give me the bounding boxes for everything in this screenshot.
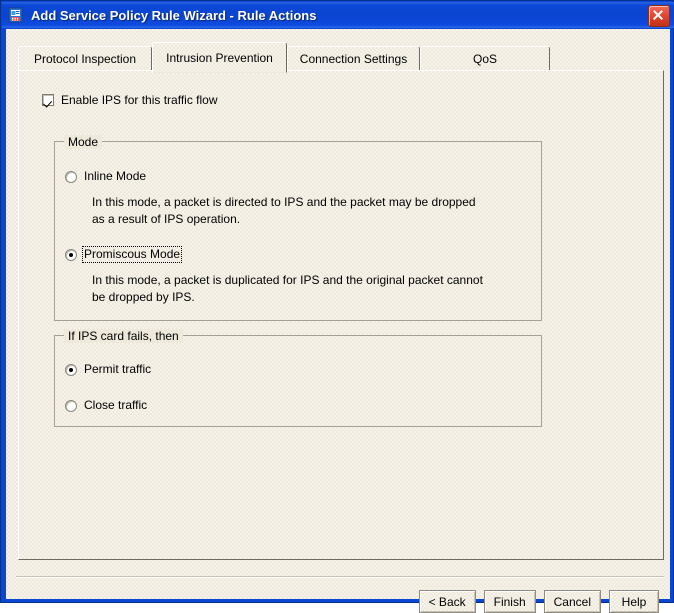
close-traffic-radio[interactable] [65,400,77,412]
window-title: Add Service Policy Rule Wizard - Rule Ac… [31,7,317,23]
dialog-client-area: Protocol Inspection Intrusion Prevention… [6,29,670,613]
cancel-button[interactable]: Cancel [543,590,601,613]
tab-label: Intrusion Prevention [166,50,273,65]
permit-traffic-radio[interactable] [65,364,77,376]
dialog-button-bar: < Back Finish Cancel Help [418,590,659,613]
enable-ips-label: Enable IPS for this traffic flow [61,93,218,107]
radio-permit-traffic[interactable]: Permit traffic [65,363,151,376]
enable-ips-checkbox[interactable] [42,94,54,106]
help-button[interactable]: Help [609,590,659,613]
close-traffic-label: Close traffic [84,398,148,412]
close-icon[interactable] [648,5,670,27]
dialog-window: Add Service Policy Rule Wizard - Rule Ac… [0,0,674,613]
title-bar: Add Service Policy Rule Wizard - Rule Ac… [2,2,674,28]
inline-mode-description: In this mode, a packet is directed to IP… [92,195,476,226]
tab-protocol-inspection[interactable]: Protocol Inspection [18,46,152,71]
tab-label: QoS [472,52,497,66]
mode-groupbox-legend: Mode [64,135,103,149]
wizard-document-icon [7,6,25,24]
promiscous-mode-radio[interactable] [65,249,77,261]
tab-intrusion-prevention[interactable]: Intrusion Prevention [152,42,287,73]
promiscous-mode-description: In this mode, a packet is duplicated for… [92,273,483,304]
tab-label: Protocol Inspection [33,52,137,66]
footer-separator [16,576,664,578]
inline-mode-radio[interactable] [65,171,77,183]
ips-failure-groupbox-legend: If IPS card fails, then [64,329,183,343]
ips-failure-groupbox: If IPS card fails, then Permit traffic C… [54,329,542,427]
tab-qos[interactable]: QoS [420,46,550,71]
back-button[interactable]: < Back [418,590,476,613]
tab-strip: Protocol Inspection Intrusion Prevention… [18,42,666,73]
tab-connection-settings[interactable]: Connection Settings [287,46,420,71]
promiscous-mode-label: Promiscous Mode [81,246,183,263]
radio-promiscous-mode[interactable]: Promiscous Mode [65,246,183,263]
radio-inline-mode[interactable]: Inline Mode [65,170,146,183]
enable-ips-checkbox-row[interactable]: Enable IPS for this traffic flow [42,93,218,107]
mode-groupbox: Mode Inline Mode In this mode, a packet … [54,135,542,321]
tab-label: Connection Settings [299,52,408,66]
permit-traffic-label: Permit traffic [84,362,152,376]
inline-mode-label: Inline Mode [84,169,147,183]
finish-button[interactable]: Finish [483,590,536,613]
radio-close-traffic[interactable]: Close traffic [65,399,147,412]
